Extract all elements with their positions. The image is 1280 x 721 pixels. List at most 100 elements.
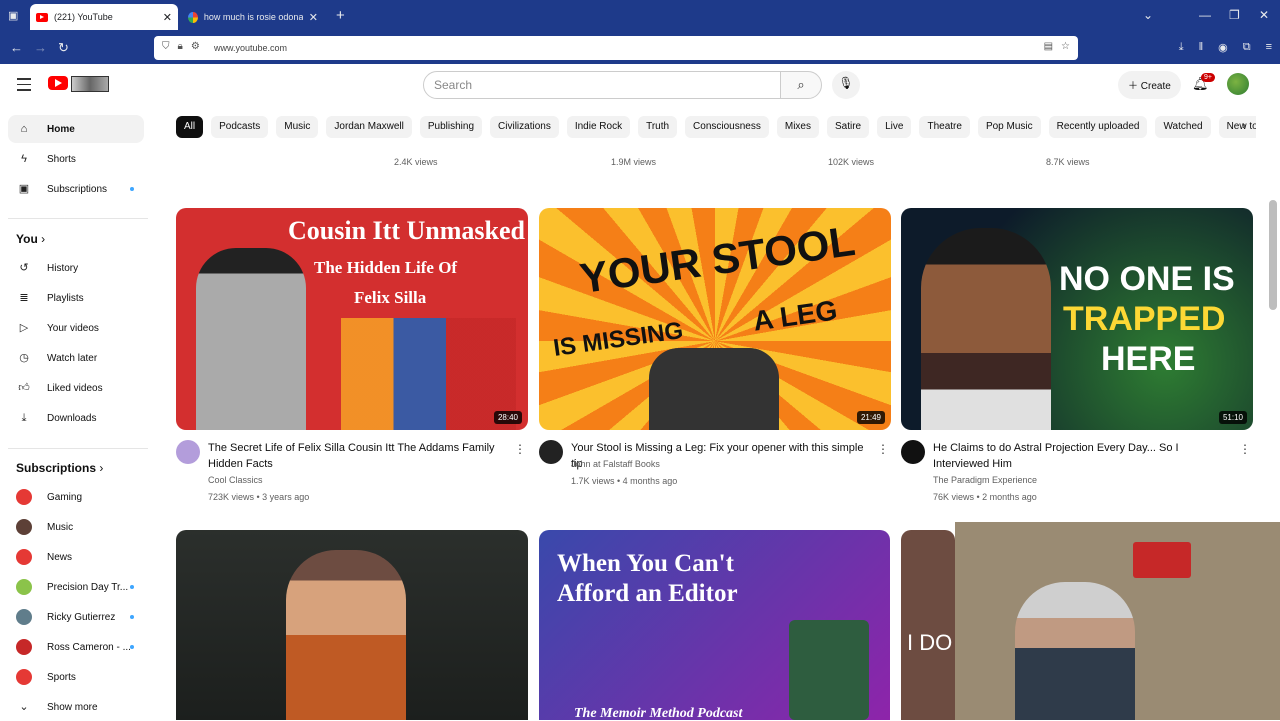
channel-avatar[interactable] [901,440,925,464]
sidebar-channel-sports[interactable]: Sports [8,663,144,691]
sidebar-item-subscriptions[interactable]: ▣ Subscriptions [8,175,144,203]
sidebar-item-playlists[interactable]: ≣ Playlists [8,284,144,312]
coca-cola-sign [1133,542,1191,578]
tab-youtube[interactable]: (221) YouTube ✕ [30,4,178,30]
video-thumbnail[interactable]: NO ONE IS TRAPPED HERE 51:10 [901,208,1253,430]
chip-satire[interactable]: Satire [826,116,870,138]
account-icon[interactable]: ◉ [1218,41,1228,54]
close-tab-icon[interactable]: ✕ [163,11,172,24]
minimize-icon[interactable]: — [1199,8,1211,22]
video-thumbnail[interactable] [176,530,528,720]
video-thumbnail[interactable]: I DO [901,530,955,720]
sidebar-item-downloads[interactable]: ⤓ Downloads [8,404,144,432]
downloads-icon[interactable]: ⤓ [1179,41,1184,54]
chip-indie-rock[interactable]: Indie Rock [566,116,631,138]
sidebar-channel-ross-cameron[interactable]: Ross Cameron - ... [8,633,144,661]
sidebar-channel-gaming[interactable]: Gaming [8,483,144,511]
sidebar-channel-ricky-gutierrez[interactable]: Ricky Gutierrez [8,603,144,631]
create-button[interactable]: ＋ Create [1118,71,1181,99]
close-tab-icon[interactable]: ✕ [309,11,318,24]
channel-name[interactable]: The Paradigm Experience [933,475,1037,485]
sidebar-channel-precision-day[interactable]: Precision Day Tr... [8,573,144,601]
sidebar-channel-news[interactable]: News [8,543,144,571]
forward-icon[interactable]: → [34,40,47,55]
scrollbar[interactable] [1269,200,1277,310]
sidebar-item-watch-later[interactable]: ◷ Watch later [8,344,144,372]
chip-jordan-maxwell[interactable]: Jordan Maxwell [326,116,412,138]
video-thumbnail[interactable]: When You Can't Afford an Editor The Memo… [539,530,890,720]
chip-truth[interactable]: Truth [638,116,678,138]
channel-avatar[interactable] [539,440,563,464]
sidebar-item-home[interactable]: ⌂ Home [8,115,144,143]
shorts-icon: ϟ [21,153,27,165]
chip-watched[interactable]: Watched [1155,116,1211,138]
search-input[interactable]: Search [423,71,781,99]
sidebar-item-your-videos[interactable]: ▷ Your videos [8,314,144,342]
channel-avatar[interactable] [176,440,200,464]
chip-mixes[interactable]: Mixes [776,116,819,138]
address-bar[interactable]: ⛉ 🔒︎ ⚙ www.youtube.com ▤ ☆ [154,36,1078,60]
tab-google[interactable]: how much is rosie odonald wor ✕ [182,4,324,30]
you-section-header[interactable]: You › [16,232,45,246]
new-tab-icon[interactable]: + [336,7,345,24]
chip-pop-music[interactable]: Pop Music [977,116,1041,138]
new-content-dot [130,187,134,191]
channel-name[interactable]: Cool Classics [208,475,263,485]
yt-masthead: Search ⌕ 🎙︎ ＋ Create 🔔︎ 9+ [0,64,1280,108]
chip-recently-uploaded[interactable]: Recently uploaded [1048,116,1148,138]
channel-name[interactable]: John at Falstaff Books [571,459,660,469]
guide-menu-icon[interactable] [17,78,31,95]
close-window-icon[interactable]: ✕ [1259,8,1269,22]
video-title[interactable]: He Claims to do Astral Projection Every … [933,440,1229,472]
thumbnail-text: Afford an Editor [557,580,738,607]
chip-civilizations[interactable]: Civilizations [490,116,559,138]
video-title[interactable]: The Secret Life of Felix Silla Cousin It… [208,440,504,472]
video-thumbnail[interactable]: Cousin Itt Unmasked The Hidden Life Of F… [176,208,528,430]
bookmark-star-icon[interactable]: ☆ [1061,41,1070,52]
chevron-right-icon[interactable]: › [1242,118,1246,132]
playlists-icon: ≣ [19,292,29,304]
library-icon[interactable]: ‖ [1199,41,1204,54]
google-favicon-icon [188,11,198,23]
chip-music[interactable]: Music [276,116,319,138]
video-thumbnail[interactable]: YOUR STOOL IS MISSING A LEG 21:49 [539,208,891,430]
chip-live[interactable]: Live [877,116,912,138]
sidebar-item-shorts[interactable]: ϟ Shorts [8,145,144,173]
thumbnail-text: Cousin Itt Unmasked [288,216,525,245]
more-options-icon[interactable]: ⋮ [1239,442,1251,456]
extensions-icon[interactable]: ⧉ [1243,41,1251,54]
avatar[interactable] [1227,73,1249,95]
show-more-button[interactable]: ⌄ Show more [8,693,144,721]
chip-new-to-you[interactable]: New to you [1218,116,1256,138]
sidebar-item-label: Show more [47,701,98,713]
chip-podcasts[interactable]: Podcasts [211,116,269,138]
url-text[interactable]: www.youtube.com [214,43,287,53]
chip-all[interactable]: All [176,116,204,138]
subscriptions-section-header[interactable]: Subscriptions › [16,461,103,475]
sidebar-item-history[interactable]: ↺ History [8,254,144,282]
reload-icon[interactable]: ↻ [58,40,69,56]
youtube-logo[interactable] [48,76,109,92]
shield-icon[interactable]: ⛉ [162,41,170,52]
thumbnail-text: When You Can't [557,550,734,577]
reader-view-icon[interactable]: ▤ [1044,41,1053,52]
divider [8,218,148,219]
back-icon[interactable]: ← [10,40,23,55]
more-options-icon[interactable]: ⋮ [514,442,526,456]
menu-icon[interactable]: ≡ [1266,41,1272,54]
permissions-icon[interactable]: ⚙ [191,41,200,52]
tab-overflow-icon[interactable]: ⌄ [1143,8,1153,22]
lock-icon[interactable]: 🔒︎ [178,41,183,52]
channel-avatar [16,519,32,535]
tab-list-icon[interactable]: ▣ [8,9,18,22]
chip-publishing[interactable]: Publishing [419,116,483,138]
new-content-dot [130,645,134,649]
chip-consciousness[interactable]: Consciousness [685,116,769,138]
restore-icon[interactable]: ❐ [1229,8,1240,22]
chip-theatre[interactable]: Theatre [919,116,970,138]
sidebar-channel-music[interactable]: Music [8,513,144,541]
sidebar-item-liked-videos[interactable]: 👍︎ Liked videos [8,374,144,402]
voice-search-button[interactable]: 🎙︎ [832,71,860,99]
more-options-icon[interactable]: ⋮ [877,442,889,456]
search-button[interactable]: ⌕ [780,71,822,99]
